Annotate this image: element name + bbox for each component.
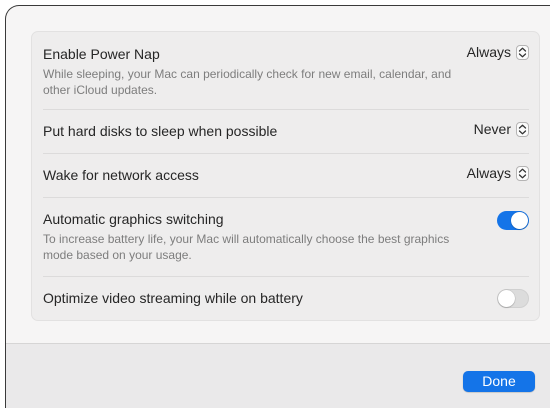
video-streaming-toggle[interactable] [497,289,529,308]
setting-row-video-streaming: Optimize video streaming while on batter… [32,276,539,320]
sheet-footer: Done [6,343,550,408]
network-wake-value: Always [466,165,511,181]
graphics-switching-description: To increase battery life, your Mac will … [43,232,450,262]
graphics-switching-title: Automatic graphics switching [43,211,224,227]
chevron-up-down-icon [516,44,529,60]
power-nap-description: While sleeping, your Mac can periodicall… [43,67,452,97]
toggle-knob [511,212,528,229]
network-wake-title: Wake for network access [43,167,199,183]
settings-group: Enable Power Nap While sleeping, your Ma… [31,31,540,321]
hard-disk-sleep-title: Put hard disks to sleep when possible [43,123,278,139]
power-nap-popup[interactable]: Always [467,44,529,60]
setting-row-hard-disk-sleep: Put hard disks to sleep when possible Ne… [32,109,539,153]
network-wake-popup[interactable]: Always [467,165,529,181]
chevron-up-down-icon [516,121,529,137]
setting-row-network-wake: Wake for network access Always [32,153,539,197]
power-nap-value: Always [466,44,511,60]
setting-row-graphics-switching: Automatic graphics switching To increase… [32,197,539,276]
setting-row-power-nap: Enable Power Nap While sleeping, your Ma… [32,32,539,109]
hard-disk-sleep-value: Never [473,121,511,137]
video-streaming-title: Optimize video streaming while on batter… [43,290,303,306]
done-button[interactable]: Done [463,371,535,392]
power-nap-title: Enable Power Nap [43,46,160,62]
settings-sheet: Enable Power Nap While sleeping, your Ma… [5,5,550,408]
graphics-switching-toggle[interactable] [497,211,529,230]
chevron-up-down-icon [516,165,529,181]
hard-disk-sleep-popup[interactable]: Never [474,121,529,137]
toggle-knob [498,290,515,307]
